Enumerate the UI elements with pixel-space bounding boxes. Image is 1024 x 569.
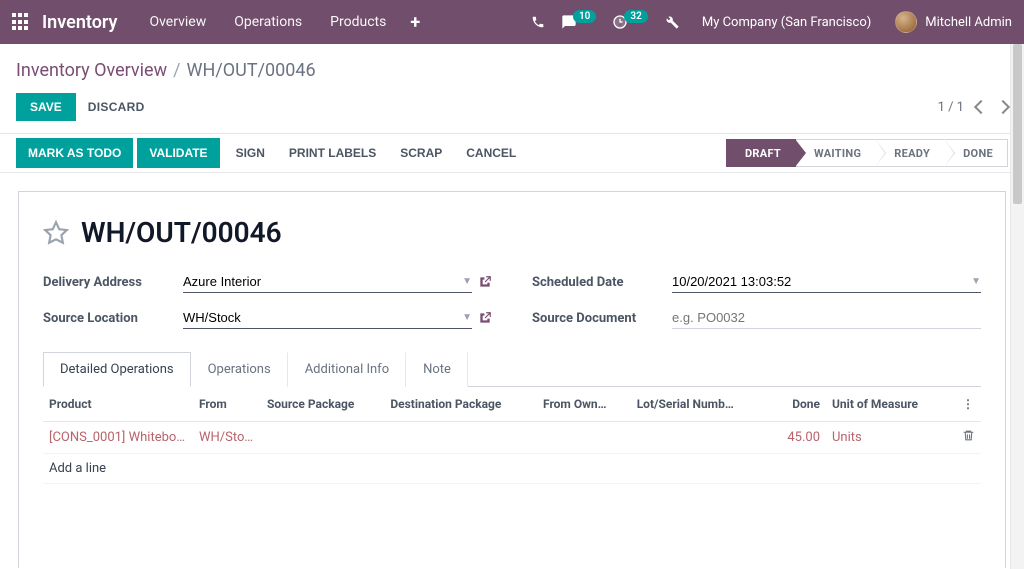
tools-icon[interactable]: [656, 14, 688, 30]
label-source-document: Source Document: [532, 311, 672, 326]
activities-icon[interactable]: 32: [604, 14, 655, 30]
star-icon[interactable]: [43, 220, 69, 246]
scrap-button[interactable]: SCRAP: [388, 138, 454, 168]
cell-product[interactable]: [CONS_0001] Whitebo…: [49, 430, 185, 445]
delete-row-icon[interactable]: [962, 431, 975, 446]
status-draft[interactable]: DRAFT: [726, 139, 796, 167]
scrollbar-thumb[interactable]: [1013, 44, 1022, 204]
label-delivery-address: Delivery Address: [43, 275, 183, 290]
sign-button[interactable]: SIGN: [224, 138, 277, 168]
tab-note[interactable]: Note: [406, 352, 468, 387]
label-source-location: Source Location: [43, 311, 183, 326]
status-waiting[interactable]: WAITING: [796, 139, 876, 167]
discard-button[interactable]: DISCARD: [76, 93, 157, 121]
tabs: Detailed Operations Operations Additiona…: [43, 351, 981, 387]
action-bar: MARK AS TODO VALIDATE SIGN PRINT LABELS …: [0, 133, 1024, 173]
nav-operations[interactable]: Operations: [220, 14, 316, 30]
external-link-icon[interactable]: [478, 311, 492, 325]
user-menu[interactable]: Mitchell Admin: [885, 11, 1012, 33]
col-from[interactable]: From: [193, 387, 261, 422]
col-lot-serial[interactable]: Lot/Serial Numb…: [631, 387, 766, 422]
tab-additional-info[interactable]: Additional Info: [288, 352, 406, 387]
columns-menu-icon[interactable]: ⋮: [962, 397, 975, 411]
cell-from[interactable]: WH/Sto…: [199, 430, 253, 445]
user-name: Mitchell Admin: [925, 15, 1012, 30]
chevron-down-icon[interactable]: ▼: [462, 276, 472, 287]
activities-badge: 32: [624, 10, 647, 23]
form-card: WH/OUT/00046 Delivery Address ▼ Schedule…: [18, 191, 1006, 568]
col-uom[interactable]: Unit of Measure: [826, 387, 956, 422]
label-scheduled-date: Scheduled Date: [532, 275, 672, 290]
nav-products[interactable]: Products: [316, 14, 400, 30]
apps-icon[interactable]: [12, 13, 30, 31]
source-location-input[interactable]: [183, 310, 456, 325]
col-from-owner[interactable]: From Own…: [537, 387, 631, 422]
pager-next-icon[interactable]: [996, 100, 1010, 114]
chevron-down-icon[interactable]: ▼: [462, 312, 472, 323]
messages-icon[interactable]: 10: [553, 14, 604, 30]
phone-icon[interactable]: [523, 15, 553, 29]
col-source-package[interactable]: Source Package: [261, 387, 384, 422]
tab-detailed-operations[interactable]: Detailed Operations: [43, 352, 191, 387]
app-brand[interactable]: Inventory: [42, 12, 117, 33]
breadcrumb: Inventory Overview / WH/OUT/00046: [0, 44, 1024, 87]
col-product[interactable]: Product: [43, 387, 193, 422]
record-title: WH/OUT/00046: [81, 216, 282, 249]
top-nav: Inventory Overview Operations Products +…: [0, 0, 1024, 44]
breadcrumb-parent[interactable]: Inventory Overview: [16, 60, 167, 81]
avatar: [895, 11, 917, 33]
tab-operations[interactable]: Operations: [191, 352, 288, 387]
mark-as-todo-button[interactable]: MARK AS TODO: [16, 138, 133, 168]
scheduled-date-input[interactable]: [672, 274, 965, 289]
cancel-button[interactable]: CANCEL: [454, 138, 528, 168]
delivery-address-input[interactable]: [183, 274, 456, 289]
operations-table: Product From Source Package Destination …: [43, 387, 981, 568]
pager-text: 1 / 1: [938, 100, 964, 115]
add-line-button[interactable]: Add a line: [43, 454, 981, 484]
cell-done[interactable]: 45.00: [766, 422, 826, 454]
col-destination-package[interactable]: Destination Package: [384, 387, 537, 422]
external-link-icon[interactable]: [478, 275, 492, 289]
nav-add-icon[interactable]: +: [400, 12, 430, 33]
save-bar: SAVE DISCARD 1 / 1: [0, 87, 1024, 133]
status-bar: DRAFT WAITING READY DONE: [726, 134, 1008, 172]
company-switcher[interactable]: My Company (San Francisco): [688, 15, 885, 30]
breadcrumb-current: WH/OUT/00046: [187, 60, 316, 81]
print-labels-button[interactable]: PRINT LABELS: [277, 138, 388, 168]
validate-button[interactable]: VALIDATE: [137, 138, 219, 168]
cell-uom[interactable]: Units: [826, 422, 956, 454]
nav-overview[interactable]: Overview: [135, 14, 220, 30]
table-row[interactable]: [CONS_0001] Whitebo… WH/Sto… 45.00 Units: [43, 422, 981, 454]
scrollbar[interactable]: [1010, 44, 1024, 569]
col-done[interactable]: Done: [766, 387, 826, 422]
pager-prev-icon[interactable]: [974, 100, 988, 114]
messages-badge: 10: [573, 10, 596, 23]
status-ready[interactable]: READY: [876, 139, 945, 167]
chevron-down-icon[interactable]: ▼: [971, 276, 981, 287]
source-document-input[interactable]: [672, 310, 981, 325]
save-button[interactable]: SAVE: [16, 93, 76, 121]
